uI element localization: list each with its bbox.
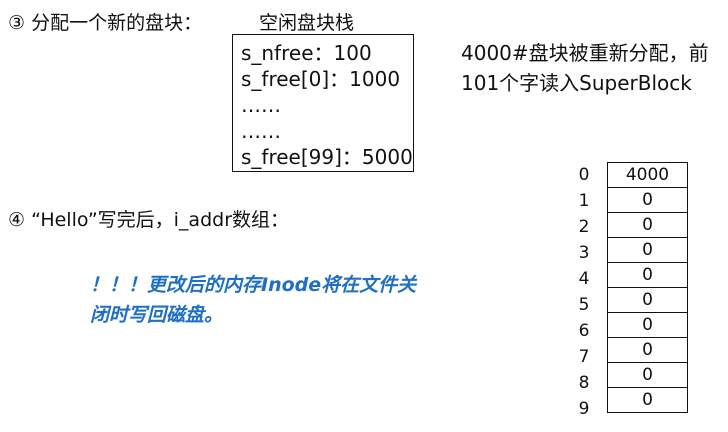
stack-line-ellipsis-2: …… bbox=[241, 119, 281, 143]
inode-writeback-warning: ！！！更改后的内存Inode将在文件关 闭时写回磁盘。 bbox=[90, 270, 416, 330]
i-addr-cell-2: 0 bbox=[607, 212, 688, 238]
i-addr-cell-9: 0 bbox=[607, 387, 688, 413]
i-addr-cell-0: 4000 bbox=[607, 162, 688, 188]
i-addr-cell-7: 0 bbox=[607, 337, 688, 363]
i-addr-cell-4: 0 bbox=[607, 262, 688, 288]
i-addr-cell-8: 0 bbox=[607, 362, 688, 388]
warning-line1: ！！！更改后的内存Inode将在文件关 bbox=[90, 274, 417, 296]
reallocation-note-line2: 101个字读入SuperBlock bbox=[461, 71, 692, 95]
step3-label: ③ 分配一个新的盘块： bbox=[8, 12, 203, 34]
i-addr-cell-3: 0 bbox=[607, 237, 688, 263]
stack-line-nfree: s_nfree：100 bbox=[241, 41, 372, 65]
i-addr-index-3: 3 bbox=[578, 243, 590, 263]
i-addr-index-1: 1 bbox=[578, 191, 590, 211]
reallocation-note: 4000#盘块被重新分配，前 101个字读入SuperBlock bbox=[461, 38, 709, 98]
i-addr-index-2: 2 bbox=[578, 217, 590, 237]
i-addr-index-5: 5 bbox=[578, 295, 590, 315]
i-addr-index-8: 8 bbox=[578, 373, 590, 393]
free-block-stack-title: 空闲盘块栈 bbox=[259, 12, 355, 34]
i-addr-index-7: 7 bbox=[578, 347, 590, 367]
i-addr-cell-1: 0 bbox=[607, 187, 688, 213]
i-addr-index-4: 4 bbox=[578, 269, 590, 289]
stack-line-free99: s_free[99]：5000 bbox=[241, 145, 413, 169]
stack-line-ellipsis-1: …… bbox=[241, 93, 281, 117]
step4-label: ④ “Hello”写完后，i_addr数组： bbox=[8, 209, 290, 231]
i-addr-cell-6: 0 bbox=[607, 312, 688, 338]
i-addr-index-6: 6 bbox=[578, 321, 590, 341]
i-addr-cell-5: 0 bbox=[607, 287, 688, 313]
reallocation-note-line1: 4000#盘块被重新分配，前 bbox=[461, 41, 709, 65]
i-addr-index-0: 0 bbox=[578, 165, 590, 185]
i-addr-index-9: 9 bbox=[578, 399, 590, 419]
warning-line2: 闭时写回磁盘。 bbox=[90, 304, 224, 326]
stack-line-free0: s_free[0]：1000 bbox=[241, 67, 401, 91]
free-block-stack-box: s_nfree：100 s_free[0]：1000 …… …… s_free[… bbox=[232, 34, 414, 172]
